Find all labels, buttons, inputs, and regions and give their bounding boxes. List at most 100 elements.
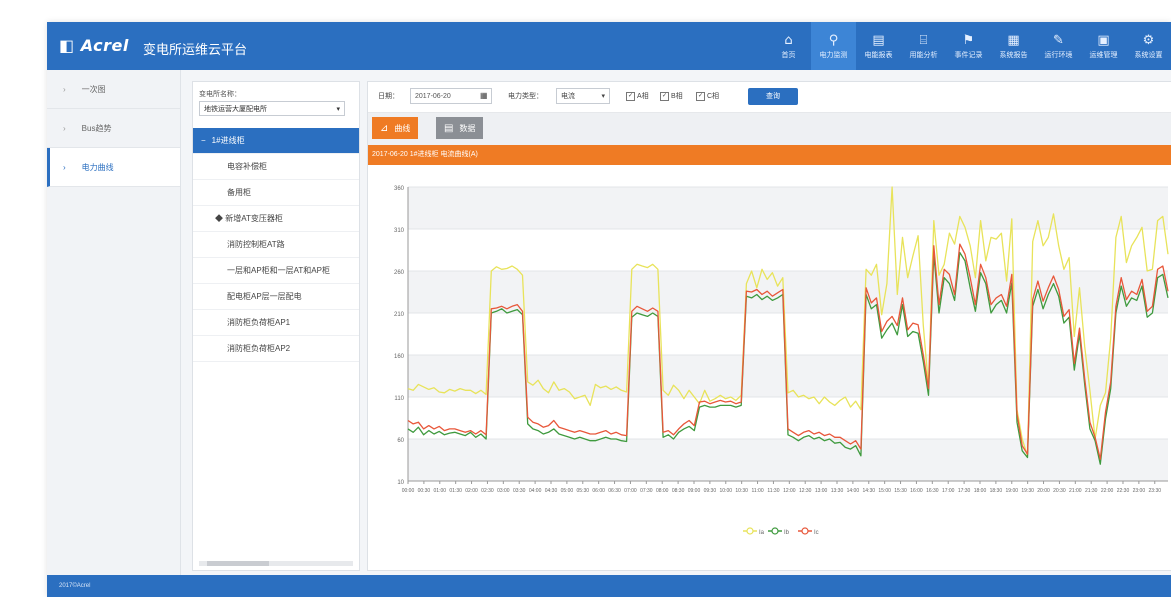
nav-item-8[interactable]: ⚙ 系统设置: [1126, 22, 1171, 70]
chevron-right-icon: ›: [63, 84, 66, 94]
collapse-icon: −: [201, 136, 206, 145]
tree-node[interactable]: 配电柜AP层一层配电: [193, 284, 359, 310]
x-tick-label: 05:30: [577, 488, 590, 494]
left-sidebar: › 一次图 › Bus趋势 › 电力曲线: [47, 70, 181, 575]
nav-item-4[interactable]: ⚑ 事件记录: [946, 22, 991, 70]
tree-node[interactable]: 消防柜负荷柜AP2: [193, 336, 359, 362]
x-tick-label: 03:30: [513, 488, 526, 494]
chevron-right-icon: ›: [63, 162, 66, 172]
nav-item-0[interactable]: ⌂ 首页: [766, 22, 811, 70]
power-type-select[interactable]: 电流 ▾: [556, 88, 610, 104]
monitor-icon: ⚲: [828, 32, 839, 48]
date-label: 日期：: [378, 93, 399, 100]
tab-data-label: 数据: [459, 123, 476, 133]
nav-label: 事件记录: [954, 51, 983, 59]
x-tick-label: 07:30: [640, 488, 653, 494]
x-tick-label: 17:00: [942, 488, 955, 494]
tree-node[interactable]: 一层和AP柜和一层AT和AP柜: [193, 258, 359, 284]
top-bar: ◧ Acrel 变电所运维云平台 ⌂ 首页 ⚲ 电力监测 ▤ 电能报表 ⌸ 用能分析 ⚑ 事件记录…: [47, 22, 1171, 70]
x-tick-label: 00:00: [402, 488, 415, 494]
app-window: ◧ Acrel 变电所运维云平台 ⌂ 首页 ⚲ 电力监测 ▤ 电能报表 ⌸ 用能分析 ⚑ 事件记录…: [47, 22, 1171, 597]
device-tree: −1#进线柜电容补偿柜备用柜 ◆ 新增AT变压器柜消防控制柜AT路 一层和AP柜和一…: [193, 128, 359, 362]
legend-marker: [801, 527, 809, 535]
station-select-value: 地铁运营大厦配电所: [204, 106, 267, 113]
checkbox-phase-a[interactable]: ✓ A相: [626, 91, 649, 101]
nav-label: 系统设置: [1134, 51, 1163, 59]
station-select[interactable]: 地铁运营大厦配电所 ▾: [199, 101, 345, 116]
tree-node[interactable]: 电容补偿柜: [193, 154, 359, 180]
x-tick-label: 21:30: [1085, 488, 1098, 494]
tree-node[interactable]: 消防柜负荷柜AP1: [193, 310, 359, 336]
x-tick-label: 19:00: [1006, 488, 1019, 494]
scrollbar-thumb[interactable]: [207, 561, 269, 566]
tree-node[interactable]: ◆ 新增AT变压器柜: [193, 206, 359, 232]
app-title: 变电所运维云平台: [143, 42, 248, 57]
x-tick-label: 12:30: [799, 488, 812, 494]
home-icon: ⌂: [784, 32, 793, 48]
checkbox-phase-b[interactable]: ✓ B相: [660, 91, 683, 101]
calendar-icon[interactable]: ▦: [480, 91, 488, 100]
y-tick-label: 110: [394, 396, 404, 402]
nav-label: 用能分析: [909, 51, 938, 59]
maintenance-icon: ▣: [1097, 32, 1110, 48]
x-tick-label: 12:00: [783, 488, 796, 494]
tab-chart[interactable]: ⊿ 曲线: [372, 117, 419, 139]
tree-node-label: ◆ 新增AT变压器柜: [215, 214, 283, 223]
main-panel: 日期： 2017-06-20 ▦ 电力类型： 电流 ▾ ✓ A相 ✓ B相 ✓ C相 …: [367, 81, 1171, 571]
checkbox-phase-c[interactable]: ✓ C相: [696, 91, 719, 101]
tree-node-label: 备用柜: [227, 188, 251, 197]
x-tick-label: 15:30: [894, 488, 907, 494]
x-tick-label: 19:30: [1021, 488, 1034, 494]
x-tick-label: 06:00: [592, 488, 605, 494]
sidebar-item-0[interactable]: › 一次图: [47, 70, 180, 109]
info-bar: 2017-06-20 1#进线柜 电流曲线(A): [368, 145, 1171, 165]
x-tick-label: 01:30: [449, 488, 462, 494]
environment-icon: ✎: [1053, 32, 1064, 48]
sidebar-item-label: 一次图: [81, 84, 106, 94]
nav-item-1[interactable]: ⚲ 电力监测: [811, 22, 856, 70]
current-chart: 10 60 110 160 210 260 310 360 00:00 00:30 01:00 01:…: [368, 175, 1171, 565]
tree-node[interactable]: 备用柜: [193, 180, 359, 206]
x-tick-label: 08:00: [656, 488, 669, 494]
nav-label: 电能报表: [864, 51, 893, 59]
x-tick-label: 16:30: [926, 488, 939, 494]
analysis-icon: ⌸: [919, 32, 928, 48]
x-tick-label: 10:00: [720, 488, 733, 494]
x-tick-label: 23:30: [1149, 488, 1162, 494]
x-tick-label: 03:00: [497, 488, 510, 494]
tab-data[interactable]: ▤ 数据: [436, 117, 484, 139]
station-tree-panel: 变电所名称： 地铁运营大厦配电所 ▾ −1#进线柜 电容补偿柜 备用柜 ◆ 新增AT变…: [192, 81, 360, 571]
tree-node-label: 消防柜负荷柜AP1: [227, 318, 291, 327]
report-icon: ▤: [872, 32, 885, 48]
tree-node[interactable]: 消防控制柜AT路: [193, 232, 359, 258]
x-tick-label: 20:00: [1037, 488, 1050, 494]
sidebar-item-1[interactable]: › Bus趋势: [47, 109, 180, 148]
power-type-value: 电流: [561, 93, 575, 100]
y-tick-label: 210: [394, 312, 405, 318]
horizontal-scrollbar[interactable]: [199, 561, 353, 566]
x-tick-label: 11:30: [767, 488, 779, 494]
nav-item-7[interactable]: ▣ 运维管理: [1081, 22, 1126, 70]
x-tick-label: 13:00: [815, 488, 828, 494]
y-tick-label: 310: [394, 228, 405, 234]
checkbox-label: B相: [671, 93, 683, 100]
nav-item-3[interactable]: ⌸ 用能分析: [901, 22, 946, 70]
y-tick-label: 160: [394, 354, 405, 360]
nav-label: 电力监测: [819, 51, 848, 59]
x-tick-label: 04:00: [529, 488, 542, 494]
query-button[interactable]: 查询: [748, 88, 798, 105]
tree-node[interactable]: −1#进线柜: [193, 128, 359, 154]
nav-item-2[interactable]: ▤ 电能报表: [856, 22, 901, 70]
nav-label: 运行环境: [1044, 51, 1073, 59]
x-tick-label: 13:30: [831, 488, 844, 494]
legend-label: Ic: [814, 530, 819, 536]
x-tick-label: 15:00: [878, 488, 891, 494]
x-tick-label: 22:30: [1117, 488, 1130, 494]
legend-label: Ia: [759, 530, 765, 536]
nav-item-6[interactable]: ✎ 运行环境: [1036, 22, 1081, 70]
tree-node-label: 电容补偿柜: [227, 162, 267, 171]
sidebar-item-2[interactable]: › 电力曲线: [47, 148, 180, 187]
tree-node-label: 配电柜AP层一层配电: [227, 292, 302, 301]
type-label: 电力类型：: [508, 93, 543, 100]
nav-item-5[interactable]: ▦ 系统报告: [991, 22, 1036, 70]
